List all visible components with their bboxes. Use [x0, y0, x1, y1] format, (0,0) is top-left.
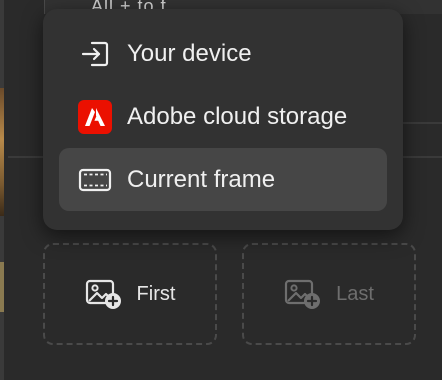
- last-frame-label: Last: [336, 282, 374, 305]
- preview-thumbnail-lower: [0, 262, 4, 312]
- app-stage: All + to f First Last Your device Adobe …: [0, 0, 442, 380]
- menu-item-current-frame[interactable]: Current frame: [59, 148, 387, 211]
- image-source-menu: Your device Adobe cloud storage Current …: [43, 9, 403, 230]
- menu-item-label: Current frame: [127, 165, 276, 193]
- add-image-icon: [284, 277, 322, 311]
- import-icon: [77, 36, 113, 72]
- adobe-logo-icon: [77, 99, 113, 135]
- menu-item-adobe-cloud-storage[interactable]: Adobe cloud storage: [59, 85, 387, 148]
- preview-thumbnail: [0, 88, 4, 216]
- first-frame-label: First: [136, 282, 176, 305]
- add-image-icon: [85, 277, 123, 311]
- last-frame-button[interactable]: Last: [242, 243, 416, 345]
- menu-item-label: Adobe cloud storage: [127, 102, 348, 130]
- menu-item-your-device[interactable]: Your device: [59, 22, 387, 85]
- first-frame-button[interactable]: First: [43, 243, 217, 345]
- film-frame-icon: [77, 162, 113, 198]
- menu-item-label: Your device: [127, 39, 252, 67]
